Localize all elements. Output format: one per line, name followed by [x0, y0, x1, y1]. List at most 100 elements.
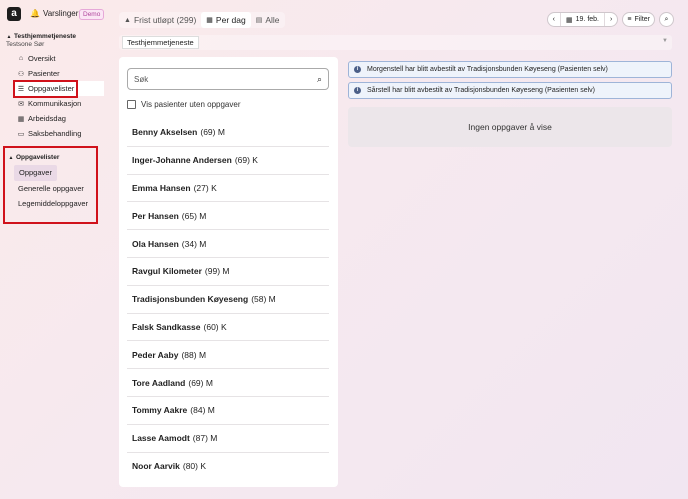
- patient-info: (69) M: [188, 377, 213, 388]
- sidebar-item-label: Oversikt: [28, 54, 56, 63]
- list-item[interactable]: Tradisjonsbunden Køyeseng (58) M: [127, 286, 329, 314]
- home-icon: ⌂: [18, 55, 24, 62]
- patient-name: Tore Aadland: [132, 377, 186, 388]
- org-section: ▲ Testhjemmetjeneste Testsone Sør: [6, 33, 106, 48]
- patient-name: Ola Hansen: [132, 238, 179, 249]
- prev-day-button[interactable]: ‹: [548, 13, 560, 26]
- patient-info: (65) M: [181, 210, 207, 221]
- toolbar-controls: ‹ ▦ 19. feb. › ≡ Filter ⌕: [546, 12, 674, 27]
- patient-name: Lasse Aamodt: [132, 433, 190, 444]
- patient-name: Emma Hansen: [132, 182, 191, 193]
- list-item[interactable]: Peder Aaby (88) M: [127, 341, 329, 370]
- checkbox-label: Vis pasienter uten oppgaver: [141, 100, 241, 109]
- list-item[interactable]: Lasse Aamodt (87) M: [127, 425, 329, 453]
- tab-frist-utlopt[interactable]: ▲ Frist utløpt (299): [119, 12, 201, 28]
- info-icon: i: [354, 87, 361, 94]
- patient-info: (69) K: [234, 155, 258, 166]
- patient-panel: Søk ⌕ Vis pasienter uten oppgaver Benny …: [119, 57, 338, 487]
- patient-name: Per Hansen: [132, 210, 179, 221]
- grid-icon: ▤: [255, 17, 263, 24]
- search-placeholder: Søk: [134, 74, 149, 84]
- list-item[interactable]: Per Hansen (65) M: [127, 202, 329, 231]
- patient-name: Tradisjonsbunden Køyeseng: [132, 294, 249, 305]
- next-day-button[interactable]: ›: [604, 13, 617, 26]
- info-notice: i Sårstell har blitt avbestilt av Tradis…: [348, 82, 672, 99]
- bell-icon: 🔔: [30, 9, 40, 18]
- sidebar-item-label: Arbeidsdag: [28, 114, 66, 123]
- list-item[interactable]: Inger-Johanne Andersen (69) K: [127, 147, 329, 175]
- tab-label: Frist utløpt (299): [133, 15, 197, 25]
- patient-name: Noor Aarvik: [132, 461, 180, 472]
- view-tabs: ▲ Frist utløpt (299) ▦ Per dag ▤ Alle: [119, 12, 285, 28]
- notice-text: Morgenstell har blitt avbestilt av Tradi…: [367, 66, 608, 73]
- patient-name: Tommy Aakre: [132, 405, 188, 416]
- folder-icon: ▭: [17, 130, 25, 138]
- highlight-box-oppgavelister: [13, 80, 78, 98]
- patient-info: (34) M: [181, 238, 207, 249]
- empty-state: Ingen oppgaver å vise: [348, 107, 672, 147]
- date-label: 19. feb.: [575, 16, 599, 23]
- tab-label: Per dag: [215, 15, 246, 25]
- search-input[interactable]: Søk ⌕: [127, 68, 329, 90]
- show-without-tasks-toggle[interactable]: Vis pasienter uten oppgaver: [127, 100, 240, 109]
- list-item[interactable]: Ola Hansen (34) M: [127, 230, 329, 258]
- patient-info: (69) M: [200, 127, 225, 138]
- unit-selector[interactable]: Testhjemmetjeneste ▼: [119, 35, 672, 50]
- list-item[interactable]: Falsk Sandkasse (60) K: [127, 314, 329, 342]
- calendar-icon: ▦: [17, 115, 25, 123]
- patient-info: (80) K: [182, 461, 207, 472]
- tab-per-dag[interactable]: ▦ Per dag: [201, 12, 251, 28]
- patient-name: Falsk Sandkasse: [132, 321, 201, 332]
- patient-name: Inger-Johanne Andersen: [132, 155, 232, 166]
- sidebar-item-pasienter[interactable]: ⚇ Pasienter: [14, 66, 104, 81]
- list-item[interactable]: Emma Hansen (27) K: [127, 175, 329, 203]
- org-title: Testhjemmetjeneste: [14, 33, 77, 40]
- unit-chip[interactable]: Testhjemmetjeneste: [122, 36, 199, 49]
- patient-info: (60) K: [203, 321, 227, 332]
- sidebar-item-arbeidsdag[interactable]: ▦ Arbeidsdag: [14, 111, 104, 126]
- people-icon: ⚇: [17, 70, 25, 78]
- date-picker-button[interactable]: ▦ 19. feb.: [560, 13, 604, 26]
- list-item[interactable]: Ravgul Kilometer (99) M: [127, 258, 329, 286]
- filter-icon: ≡: [627, 16, 632, 23]
- patient-info: (87) M: [192, 433, 218, 444]
- message-icon: ✉: [18, 100, 24, 108]
- notices: i Morgenstell har blitt avbestilt av Tra…: [348, 61, 672, 103]
- show-without-tasks-checkbox[interactable]: [127, 100, 136, 109]
- info-notice: i Morgenstell har blitt avbestilt av Tra…: [348, 61, 672, 78]
- patient-info: (99) M: [204, 266, 230, 277]
- notifications-button[interactable]: 🔔 Varslinger: [30, 9, 78, 18]
- tab-label: Alle: [265, 15, 280, 25]
- sidebar-item-saksbehandling[interactable]: ▭ Saksbehandling: [14, 126, 104, 141]
- patient-list: Benny Akselsen (69) M Inger-Johanne Ander…: [127, 119, 329, 480]
- patient-info: (84) M: [190, 405, 215, 416]
- list-item[interactable]: Noor Aarvik (80) K: [127, 453, 329, 481]
- search-icon: ⌕: [664, 15, 669, 23]
- patient-name: Peder Aaby: [132, 349, 179, 360]
- tab-alle[interactable]: ▤ Alle: [251, 12, 285, 28]
- patient-info: (27) K: [193, 182, 217, 193]
- sidebar-item-kommunikasjon[interactable]: ✉ Kommunikasjon: [14, 96, 104, 111]
- search-icon: ⌕: [316, 73, 322, 84]
- calendar-icon: ▦: [566, 16, 573, 24]
- org-toggle[interactable]: ▲ Testhjemmetjeneste: [6, 33, 106, 40]
- patient-info: (88) M: [181, 349, 207, 360]
- sidebar: a 🔔 Varslinger Demo ▲ Testhjemmetjeneste…: [0, 0, 110, 499]
- search-toggle-button[interactable]: ⌕: [659, 12, 674, 27]
- list-item[interactable]: Tore Aadland (69) M: [127, 369, 329, 397]
- app-logo[interactable]: a: [7, 7, 21, 21]
- filter-label: Filter: [634, 16, 650, 23]
- chevron-down-icon[interactable]: ▼: [662, 38, 668, 44]
- info-icon: i: [354, 66, 361, 73]
- warning-icon: ▲: [124, 16, 131, 24]
- notifications-label: Varslinger: [42, 9, 79, 18]
- list-item[interactable]: Benny Akselsen (69) M: [127, 119, 329, 147]
- sidebar-item-label: Saksbehandling: [28, 129, 82, 138]
- sidebar-item-oversikt[interactable]: ⌂ Oversikt: [14, 51, 104, 66]
- date-navigator: ‹ ▦ 19. feb. ›: [546, 12, 619, 27]
- filter-button[interactable]: ≡ Filter: [622, 12, 655, 27]
- list-item[interactable]: Tommy Aakre (84) M: [127, 397, 329, 425]
- notice-text: Sårstell har blitt avbestilt av Tradisjo…: [367, 87, 596, 94]
- calendar-icon: ▦: [206, 17, 213, 24]
- patient-name: Ravgul Kilometer: [132, 266, 202, 277]
